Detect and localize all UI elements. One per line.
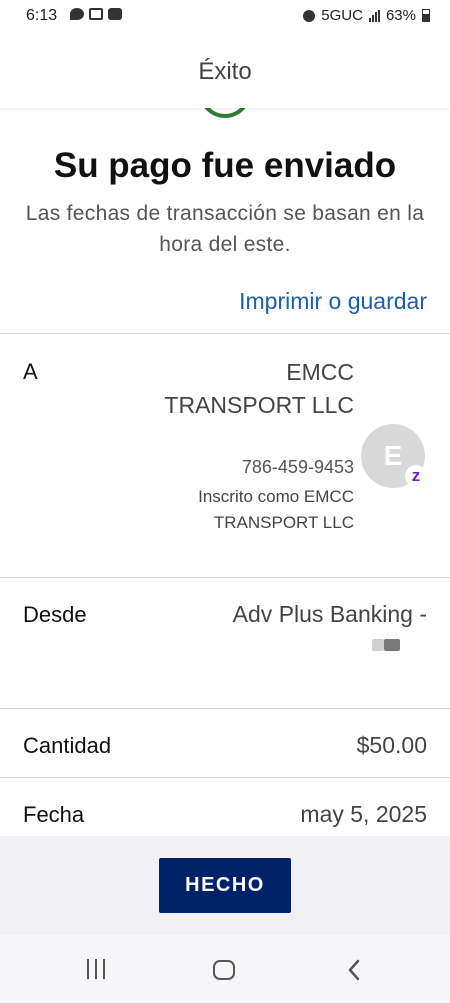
confirmation-content[interactable]: Su pago fue enviado Las fechas de transa… [0,108,450,836]
from-account: Adv Plus Banking - [232,601,427,627]
notification-icons [70,8,122,20]
divider [0,708,450,709]
gmail-icon [89,8,103,20]
done-button[interactable]: HECHO [159,858,291,913]
youtube-icon [108,8,122,20]
recents-icon[interactable] [87,959,105,979]
divider [0,333,450,334]
divider [0,577,450,578]
app-header: Éxito [0,34,450,108]
timezone-note: Las fechas de transacción se basan en la… [25,202,425,256]
status-bar: 6:13 5GUC 63% [0,0,450,34]
to-label: A [23,359,38,384]
print-or-save-link[interactable]: Imprimir o guardar [239,288,427,315]
system-indicators: 5GUC 63% [303,7,430,24]
masked-account-number [372,639,400,651]
divider [0,777,450,778]
confirmation-heading: Su pago fue enviado [53,146,397,185]
from-label: Desde [23,602,87,627]
battery-percent: 63% [385,7,416,24]
alarm-icon [303,9,316,22]
battery-icon [422,9,430,22]
date-value: may 5, 2025 [300,801,427,827]
chat-icon [70,8,84,20]
signal-icon [368,9,380,22]
recipient-phone: 786-459-9453 [241,457,354,477]
navigation-bar [0,935,450,1003]
amount-value: $50.00 [356,732,427,758]
status-time: 6:13 [26,7,58,24]
date-label: Fecha [23,802,85,827]
page-title: Éxito [198,58,252,85]
avatar-initial: E [383,440,403,471]
action-footer: HECHO [0,836,450,935]
recipient-enrolled-as: Inscrito como EMCC TRANSPORT LLC [198,487,354,532]
zelle-badge-letter: z [411,466,421,485]
back-icon[interactable] [344,958,366,982]
success-check-icon [199,108,251,118]
home-icon[interactable] [213,960,235,980]
network-type: 5GUC [321,7,363,24]
zelle-badge-icon: z [405,465,427,487]
recipient-name: EMCC TRANSPORT LLC [164,359,354,418]
amount-label: Cantidad [23,733,112,758]
